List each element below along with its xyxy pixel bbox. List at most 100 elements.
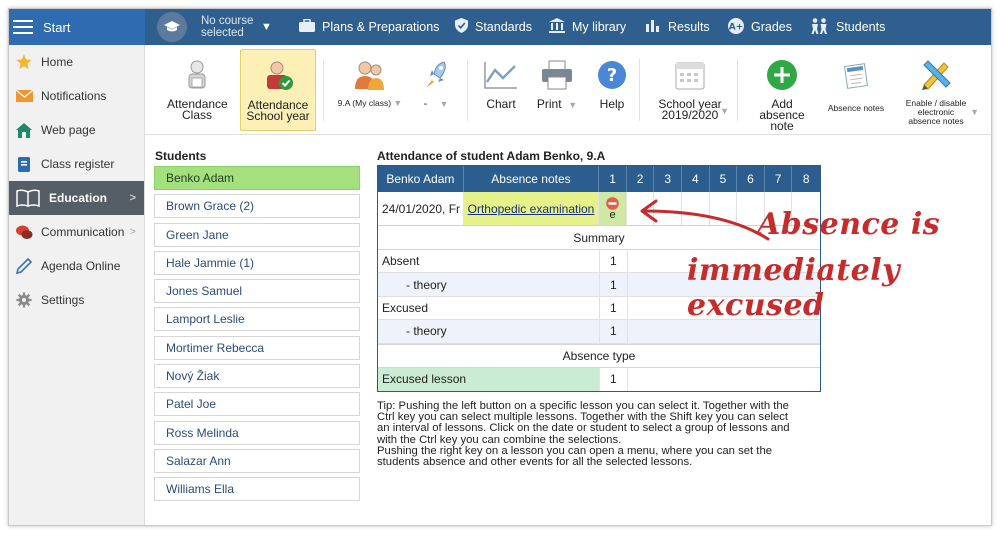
header-lesson[interactable]: 3 <box>654 166 683 192</box>
summary-label: - theory <box>378 273 600 296</box>
absence-notes-button[interactable]: Absence notes <box>823 49 889 131</box>
list-item[interactable]: Benko Adam <box>154 166 360 190</box>
help-button[interactable]: ? Help <box>589 49 635 131</box>
menu-grades[interactable]: A+ Grades <box>728 9 792 45</box>
list-item[interactable]: Lamport Leslie <box>154 307 360 332</box>
book-icon <box>15 189 41 207</box>
dash-select[interactable]: - ▼ <box>411 49 461 131</box>
class-select[interactable]: 9.A (My class) ▼ <box>329 49 411 131</box>
dropdown-arrow-icon: ▼ <box>439 99 449 109</box>
header-lesson[interactable]: 8 <box>792 166 820 192</box>
students-list: Benko Adam Brown Grace (2) Green Jane Ha… <box>154 166 360 506</box>
annotation-line-2: immediately excused <box>687 253 901 323</box>
lesson-cell-1[interactable]: e <box>599 192 627 225</box>
sidebar-item-class-register[interactable]: Class register <box>9 147 144 181</box>
list-item[interactable]: Salazar Ann <box>154 448 360 473</box>
toolbar-separator <box>323 59 324 121</box>
school-year-label: School year 2019/2020 ▼ <box>658 97 729 122</box>
grades-icon: A+ <box>728 17 744 37</box>
menu-standards-label: Standards <box>475 20 532 34</box>
students-title: Students <box>155 149 207 163</box>
notes-icon <box>836 57 876 93</box>
sidebar-item-label: Education <box>49 191 108 205</box>
rocket-icon <box>416 57 456 93</box>
sidebar-item-label: Class register <box>41 157 115 171</box>
dash-select-label: - ▼ <box>423 98 449 110</box>
sidebar-item-settings[interactable]: Settings <box>9 283 144 317</box>
menu-students[interactable]: Students <box>809 9 885 45</box>
menu-students-label: Students <box>836 20 886 34</box>
school-year-select[interactable]: School year 2019/2020 ▼ <box>647 49 733 131</box>
attendance-title: Attendance of student Adam Benko, 9.A <box>377 149 606 163</box>
sidebar-item-home[interactable]: Home <box>9 45 144 79</box>
toolbar-separator <box>467 59 468 121</box>
print-label: Print ▼ <box>536 97 578 111</box>
menu-library[interactable]: My library <box>549 9 626 45</box>
students-icon <box>809 17 829 37</box>
summary-value: 1 <box>600 250 628 273</box>
list-item[interactable]: Brown Grace (2) <box>154 194 360 219</box>
add-absence-note-label: Add absence note <box>759 97 805 133</box>
absence-type-empty <box>628 368 820 391</box>
chart-icon <box>481 57 521 93</box>
summary-value: 1 <box>600 320 628 343</box>
absence-note-link[interactable]: Orthopedic examination <box>468 202 595 216</box>
attendance-year-button[interactable]: Attendance School year <box>240 49 316 131</box>
annotation-arrow <box>640 199 770 241</box>
course-selector[interactable]: No course selected ▼ <box>157 12 272 42</box>
bar-chart-icon <box>646 19 661 35</box>
house-icon <box>15 121 33 139</box>
sidebar-item-agenda[interactable]: Agenda Online <box>9 249 144 283</box>
list-item[interactable]: Hale Jammie (1) <box>154 250 360 275</box>
menu-results[interactable]: Results <box>646 9 710 45</box>
chevron-right-icon: > <box>129 226 136 238</box>
date-cell[interactable]: 24/01/2020, Fr <box>378 192 464 225</box>
graduation-cap-icon <box>157 12 187 42</box>
list-item[interactable]: Mortimer Rebecca <box>154 335 360 360</box>
list-item[interactable]: Patel Joe <box>154 392 360 417</box>
header-lesson[interactable]: 6 <box>737 166 765 192</box>
header-notes: Absence notes <box>464 166 600 192</box>
summary-value: 1 <box>600 296 628 320</box>
star-icon <box>15 53 33 71</box>
table-row: - theory 1 <box>378 320 820 344</box>
add-absence-note-button[interactable]: Add absence note <box>743 49 821 133</box>
sidebar-item-label: Notifications <box>41 89 107 103</box>
absence-note-cell[interactable]: Orthopedic examination <box>463 192 600 225</box>
attendance-year-icon <box>258 58 298 94</box>
sidebar-item-education[interactable]: Education > <box>9 181 144 215</box>
header-lesson[interactable]: 2 <box>627 166 655 192</box>
header-student[interactable]: Benko Adam <box>378 166 464 192</box>
dropdown-arrow-icon: ▼ <box>720 106 729 116</box>
start-button[interactable]: Start <box>9 9 145 45</box>
sidebar-item-label: Communication <box>41 225 125 239</box>
tip-paragraph-1: Tip: Pushing the left button on a specif… <box>377 400 790 446</box>
chart-button[interactable]: Chart <box>473 49 529 131</box>
menu-results-label: Results <box>668 20 710 34</box>
menu-plans[interactable]: Plans & Preparations <box>299 9 439 45</box>
header-lesson[interactable]: 7 <box>765 166 793 192</box>
print-button[interactable]: Print ▼ <box>529 49 585 131</box>
list-item[interactable]: Ross Melinda <box>154 420 360 445</box>
header-lesson[interactable]: 5 <box>710 166 738 192</box>
hamburger-icon <box>13 20 33 34</box>
class-select-label: 9.A (My class) ▼ <box>337 98 403 108</box>
printer-icon <box>537 57 577 93</box>
menu-standards[interactable]: Standards <box>455 9 532 45</box>
sidebar-item-communication[interactable]: Communication > <box>9 215 144 249</box>
header-lesson[interactable]: 1 <box>599 166 627 192</box>
list-item[interactable]: Jones Samuel <box>154 279 360 304</box>
attendance-class-icon <box>177 57 217 93</box>
chevron-right-icon: > <box>129 192 136 204</box>
list-item[interactable]: Green Jane <box>154 222 360 247</box>
list-item[interactable]: Nový Žiak <box>154 364 360 389</box>
svg-text:A+: A+ <box>729 22 744 32</box>
summary-label: Excused <box>378 296 600 320</box>
header-lesson[interactable]: 4 <box>682 166 710 192</box>
attendance-year-label: Attendance School year <box>246 98 310 123</box>
sidebar-item-web-page[interactable]: Web page <box>9 113 144 147</box>
sidebar-item-notifications[interactable]: Notifications <box>9 79 144 113</box>
attendance-class-button[interactable]: Attendance Class <box>161 49 233 131</box>
enable-electronic-button[interactable]: Enable / disable electronic absence note… <box>893 49 979 131</box>
list-item[interactable]: Williams Ella <box>154 477 360 502</box>
